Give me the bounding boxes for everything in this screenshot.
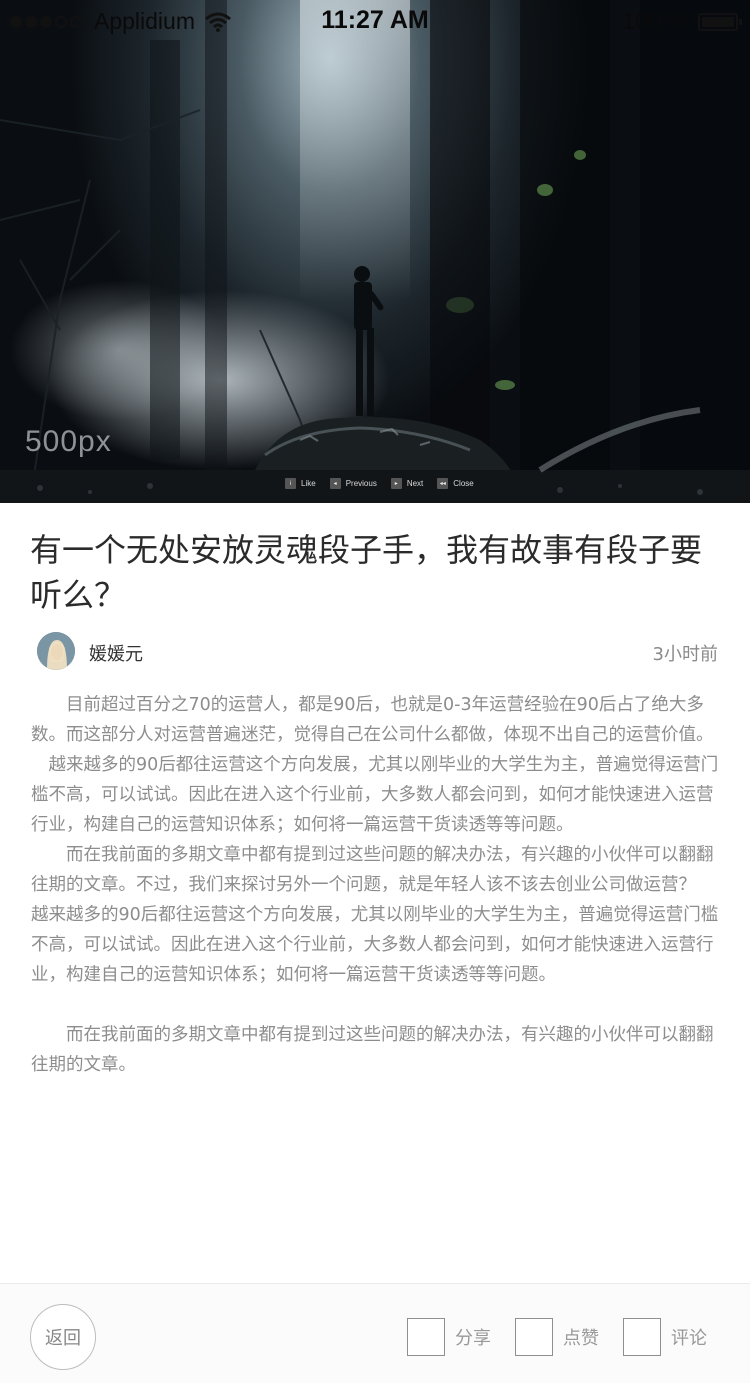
hero-image: Applidium 11:27 AM 100 % 500px i Like ◂ … [0,0,750,503]
like-icon: i [285,478,296,489]
comment-label: 评论 [671,1328,707,1349]
article-title: 有一个无处安放灵魂段子手，我有故事有段子要听么？ [30,531,703,614]
paragraph: 而在我前面的多期文章中都有提到过这些问题的解决办法，有兴趣的小伙伴可以翻翻往期的… [31,845,714,895]
viewer-next-label: Next [406,479,424,488]
paragraph: 越来越多的90后都往运营这个方向发展，尤其以刚毕业的大学生为主，普遍觉得运营门槛… [31,755,719,835]
like-label: 点赞 [563,1328,599,1349]
battery-icon [698,13,742,31]
close-icon: ◂◂ [437,478,449,489]
comment-icon [623,1318,661,1356]
paragraph: 而在我前面的多期文章中都有提到过这些问题的解决办法，有兴趣的小伙伴可以翻翻往期的… [31,1025,714,1075]
bottom-toolbar: 返回 分享 点赞 评论 [0,1283,750,1383]
viewer-previous-button[interactable]: ◂ Previous [329,478,377,489]
battery-percent: 100 % [621,8,690,35]
article-body: 目前超过百分之70的运营人，都是90后，也就是0-3年运营经验在90后占了绝大多… [31,690,721,1080]
watermark-logo: 500px [25,425,112,458]
share-label: 分享 [455,1328,491,1349]
avatar-image [37,632,75,670]
share-icon [407,1318,445,1356]
status-right: 100 % [621,8,742,36]
avatar[interactable] [37,632,75,670]
paragraph: 越来越多的90后都往运营这个方向发展，尤其以刚毕业的大学生为主，普遍觉得运营门槛… [31,905,719,985]
viewer-like-button[interactable]: i Like [285,478,316,489]
next-icon: ▸ [390,478,402,489]
author-name[interactable]: 媛媛元 [89,640,143,666]
comment-button[interactable]: 评论 [623,1318,707,1356]
viewer-next-button[interactable]: ▸ Next [390,478,424,489]
previous-icon: ◂ [329,478,341,489]
back-button[interactable]: 返回 [30,1304,96,1370]
viewer-previous-label: Previous [345,479,377,488]
hero-scene [0,0,750,503]
viewer-close-label: Close [453,479,474,488]
like-button[interactable]: 点赞 [515,1318,599,1356]
share-button[interactable]: 分享 [407,1318,491,1356]
viewer-controls: i Like ◂ Previous ▸ Next ◂◂ Close [285,478,474,489]
post-time: 3小时前 [652,644,718,665]
paragraph: 目前超过百分之70的运营人，都是90后，也就是0-3年运营经验在90后占了绝大多… [31,695,714,745]
viewer-close-button[interactable]: ◂◂ Close [437,478,474,489]
status-bar: Applidium 11:27 AM 100 % [0,0,750,40]
like-icon [515,1318,553,1356]
viewer-like-label: Like [301,479,316,488]
